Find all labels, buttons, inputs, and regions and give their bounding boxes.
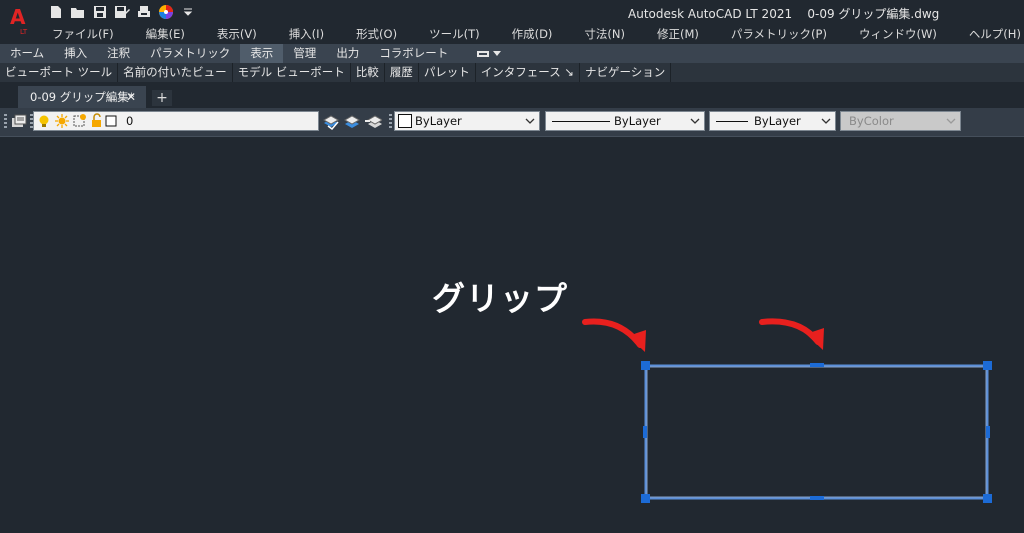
selected-rectangle	[644, 364, 989, 500]
annotation-arrow-right	[759, 318, 821, 345]
annotation-arrow-left	[582, 318, 643, 348]
drawing-overlay	[582, 318, 992, 503]
midpoint-grip-right	[986, 426, 990, 438]
corner-grip-top-right	[983, 361, 992, 370]
corner-grip-bottom-right	[983, 494, 992, 503]
corner-grip-bottom-left	[641, 494, 650, 503]
midpoint-grip-left	[643, 426, 647, 438]
midpoint-grip-bottom	[810, 496, 824, 500]
selected-rectangle-inner	[646, 366, 987, 498]
corner-grip-top-left	[641, 361, 650, 370]
midpoint-grip-top	[810, 363, 824, 367]
